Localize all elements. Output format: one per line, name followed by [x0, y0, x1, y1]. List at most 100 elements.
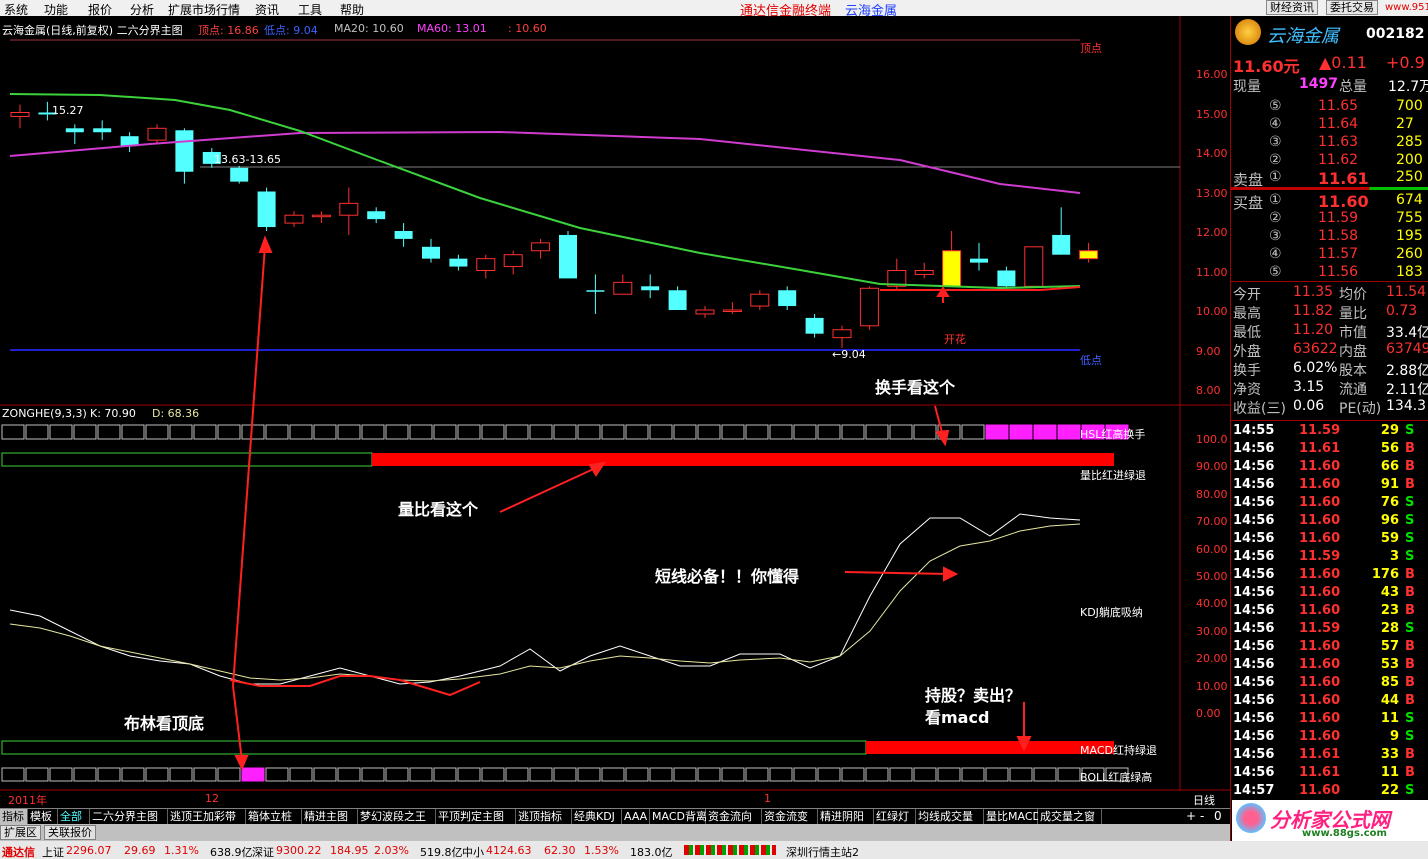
- indicator-tab[interactable]: 均线成交量: [916, 809, 984, 825]
- indicator-cell: [313, 424, 337, 440]
- price-tick-label: 14.00: [1196, 147, 1228, 160]
- indicator-tab[interactable]: 全部: [58, 809, 90, 825]
- price-pct: +0.9: [1386, 53, 1425, 72]
- annotation-liangbi: 量比看这个: [398, 500, 479, 519]
- indicator-cell: [985, 767, 1009, 782]
- indicator-cell: [433, 424, 457, 440]
- sell1-vol: 250: [1396, 169, 1423, 185]
- stat-label: 净资: [1233, 382, 1261, 398]
- kdj-d-value: D: 68.36: [152, 407, 200, 420]
- tick-side: S: [1405, 495, 1415, 510]
- order-price: 11.63: [1318, 134, 1359, 150]
- indicator-tab[interactable]: 逃顶指标: [516, 809, 572, 825]
- candle-body: [503, 254, 523, 268]
- tick-row: 14:56 11.60 85 B: [1231, 674, 1428, 692]
- candle-body: [1052, 234, 1071, 255]
- indicator-tab[interactable]: MACD背离: [650, 809, 707, 825]
- tick-side: B: [1405, 693, 1415, 708]
- station-name[interactable]: 深圳行情主站2: [786, 844, 859, 859]
- indicator-tick-label: 60.00: [1196, 542, 1228, 556]
- indicator-tab[interactable]: 量比MACD: [984, 809, 1041, 825]
- site-logo: 分析家公式网 www.88gs.com: [1232, 800, 1428, 841]
- volume-row: 现量 1497 总量 12.7万: [1231, 76, 1428, 95]
- indicator-tab[interactable]: 模板: [28, 809, 58, 825]
- tab-related-quote[interactable]: 关联报价: [44, 825, 96, 840]
- tick-side: S: [1405, 711, 1415, 726]
- zoom-in-icon[interactable]: +: [1186, 809, 1196, 823]
- stat-label: 今开: [1233, 287, 1261, 303]
- indicator-cell: [193, 767, 217, 782]
- tick-price: 11.60: [1299, 711, 1341, 726]
- stat-value: 11.20: [1293, 322, 1334, 338]
- divider: [1231, 420, 1428, 421]
- tick-side: B: [1405, 747, 1415, 762]
- xianliang-value: 1497: [1299, 76, 1338, 92]
- stat-label: 市值: [1339, 325, 1367, 341]
- indicator-cell: [385, 767, 409, 782]
- indicator-tab[interactable]: 红绿灯: [874, 809, 916, 825]
- indicator-cell: [721, 424, 745, 440]
- tick-side: S: [1405, 729, 1415, 744]
- tick-price: 11.60: [1299, 693, 1341, 708]
- zero-icon[interactable]: 0: [1214, 809, 1222, 823]
- order-level: ④: [1269, 246, 1282, 262]
- chart-area[interactable]: 云海金属(日线,前复权) 二六分界主图 顶点: 16.86 低点: 9.04 M…: [0, 16, 1230, 807]
- tick-side: B: [1405, 639, 1415, 654]
- indicator-tab[interactable]: 二六分界主图: [90, 809, 168, 825]
- tick-row: 14:56 11.60 96 S: [1231, 512, 1428, 530]
- kdj-k-value: K: 70.90: [90, 407, 136, 420]
- ma20-value: MA20: 10.60: [334, 22, 404, 35]
- tick-volume: 9: [1389, 729, 1399, 744]
- indicator-cell: [289, 767, 313, 782]
- indicator-tick-label: 20.00: [1196, 652, 1228, 666]
- indicator-tab[interactable]: 精进主图: [302, 809, 358, 825]
- indicator-tab[interactable]: 成交量之窗: [1038, 809, 1102, 825]
- order-price: 11.57: [1318, 246, 1359, 262]
- indicator-cell: [337, 767, 361, 782]
- tick-volume: 44: [1380, 693, 1399, 708]
- indicator-cell: [457, 424, 481, 440]
- indicator-cell: [121, 767, 145, 782]
- indicator-cell: [505, 767, 529, 782]
- tick-time: 14:56: [1233, 567, 1275, 582]
- tick-time: 14:56: [1233, 477, 1275, 492]
- indicator-tab[interactable]: 箱体立桩: [246, 809, 302, 825]
- indicator-tab[interactable]: 梦幻波段之王: [358, 809, 436, 825]
- tab-extension[interactable]: 扩展区: [0, 825, 41, 840]
- liangbi-green-strip: [1, 452, 373, 467]
- zoom-out-icon[interactable]: -: [1200, 809, 1204, 823]
- indicator-cell: [649, 767, 673, 782]
- tick-volume: 22: [1380, 783, 1399, 798]
- logo-text: 云海金属: [1267, 26, 1339, 47]
- indicator-tab[interactable]: 逃顶王加彩带: [168, 809, 246, 825]
- indicator-tab[interactable]: 指标: [0, 809, 28, 825]
- indicator-tab[interactable]: 资金流向: [706, 809, 762, 825]
- indicator-cell: [265, 767, 289, 782]
- candle-body: [668, 290, 687, 310]
- indicator-cell: [745, 767, 769, 782]
- order-volume: 195: [1396, 228, 1423, 244]
- order-level: ⑤: [1269, 264, 1282, 280]
- boll-label: BOLL红底绿高: [1080, 771, 1153, 784]
- indicator-cell: [1033, 767, 1057, 782]
- indicator-cell: [721, 767, 745, 782]
- period-label[interactable]: 日线: [1193, 792, 1215, 808]
- indicator-cell: [169, 767, 193, 782]
- indicator-tab[interactable]: 经典KDJ: [572, 809, 622, 825]
- indicator-tick-label: 10.00: [1196, 679, 1228, 693]
- indicator-tab[interactable]: AAA: [622, 809, 650, 825]
- indicator-cell: [25, 424, 49, 440]
- sh-pct: 1.31%: [164, 844, 199, 857]
- indicator-tab[interactable]: 资金流变: [762, 809, 818, 825]
- indicator-tab[interactable]: 精进阴阳: [818, 809, 874, 825]
- indicator-tab[interactable]: 平顶判定主图: [436, 809, 516, 825]
- indicator-cell: [145, 424, 169, 440]
- stat-label: 外盘: [1233, 344, 1261, 360]
- stat-value: 11.35: [1293, 284, 1334, 300]
- finance-news-button[interactable]: 财经资讯: [1266, 0, 1318, 15]
- indicator-cell: [985, 424, 1009, 440]
- tick-row: 14:56 11.60 57 B: [1231, 638, 1428, 656]
- trade-button[interactable]: 委托交易: [1326, 0, 1378, 15]
- sz-label: 深证: [252, 846, 274, 859]
- annotation-huanshou: 换手看这个: [875, 378, 956, 397]
